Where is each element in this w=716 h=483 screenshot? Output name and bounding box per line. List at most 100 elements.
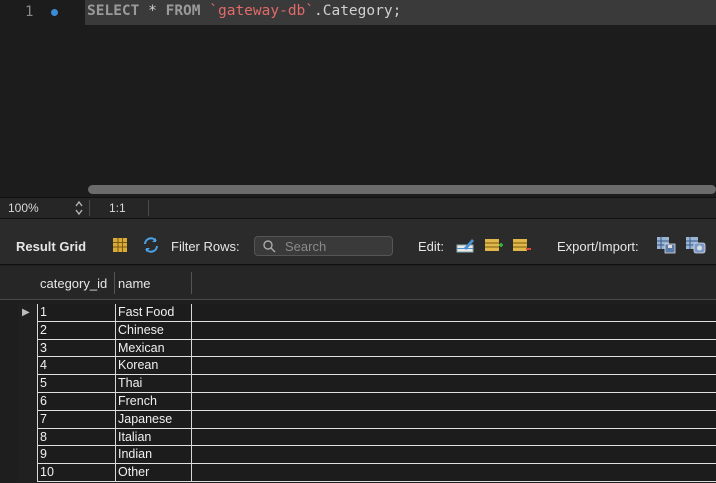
cell-name[interactable]: Japanese (118, 412, 172, 426)
cursor-position: 1:1 (109, 201, 126, 215)
status-divider (89, 200, 90, 216)
cell-category-id[interactable]: 3 (40, 341, 47, 355)
cell-border (191, 357, 192, 376)
row-header[interactable] (18, 375, 37, 393)
zoom-stepper-icon[interactable] (72, 199, 86, 217)
status-divider (148, 200, 149, 216)
table-row[interactable]: 8 Italian (0, 428, 716, 447)
sql-editor[interactable]: 1 SELECT * FROM `gateway-db`.Category; (0, 0, 716, 197)
cell-border (37, 304, 38, 322)
current-row-arrow-icon: ▶ (22, 307, 30, 318)
cell-border (37, 321, 38, 340)
refresh-icon[interactable] (142, 236, 160, 254)
cell-border (37, 357, 38, 376)
filter-rows-label: Filter Rows: (171, 239, 240, 254)
add-row-icon[interactable] (484, 236, 503, 254)
cell-name[interactable]: Korean (118, 358, 158, 372)
cell-name[interactable]: Thai (118, 376, 142, 390)
row-header[interactable] (18, 321, 37, 340)
cell-category-id[interactable]: 7 (40, 412, 47, 426)
export-icon[interactable] (656, 236, 676, 254)
cell-category-id[interactable]: 5 (40, 376, 47, 390)
result-grid-label[interactable]: Result Grid (16, 239, 86, 254)
table-name: .Category; (314, 3, 402, 19)
row-header[interactable] (18, 428, 37, 447)
column-resize-handle[interactable] (114, 272, 115, 294)
table-row[interactable]: 3 Mexican (0, 339, 716, 358)
cell-name[interactable]: Fast Food (118, 305, 174, 319)
cell-border (37, 339, 38, 358)
cell-border (37, 446, 38, 465)
edit-cell-icon[interactable] (456, 236, 474, 254)
table-row[interactable]: 2 Chinese (0, 321, 716, 340)
row-header[interactable] (18, 357, 37, 376)
cell-border (115, 410, 116, 429)
cell-border (191, 321, 192, 340)
keyword-select: SELECT (87, 3, 140, 19)
table-row[interactable]: 6 French (0, 393, 716, 411)
cell-border (191, 446, 192, 465)
cell-name[interactable]: Mexican (118, 341, 165, 355)
table-row[interactable]: 1 Fast Food ▶ (0, 304, 716, 322)
grid-header: category_id name (0, 266, 716, 300)
export-import-label: Export/Import: (557, 239, 639, 254)
table-row[interactable]: 7 Japanese (0, 410, 716, 429)
row-header[interactable] (18, 393, 37, 411)
column-header-category-id[interactable]: category_id (40, 276, 107, 291)
cell-border (191, 375, 192, 393)
cell-border (37, 375, 38, 393)
cell-name[interactable]: French (118, 394, 157, 408)
cell-category-id[interactable]: 1 (40, 305, 47, 319)
cell-name[interactable]: Indian (118, 447, 152, 461)
delete-row-icon[interactable] (512, 236, 531, 254)
cell-border (37, 410, 38, 429)
column-header-name[interactable]: name (118, 276, 151, 291)
keyword-from: FROM (165, 3, 201, 19)
cell-category-id[interactable]: 10 (40, 465, 54, 479)
edit-label: Edit: (418, 239, 445, 254)
row-header[interactable] (18, 339, 37, 358)
cell-name[interactable]: Italian (118, 430, 151, 444)
import-icon[interactable] (685, 236, 706, 254)
cell-border (191, 428, 192, 447)
cell-border (115, 375, 116, 393)
table-row[interactable]: 9 Indian (0, 446, 716, 465)
horizontal-scrollbar-thumb[interactable] (88, 185, 716, 194)
row-header[interactable] (18, 410, 37, 429)
cell-category-id[interactable]: 6 (40, 394, 47, 408)
cell-border (115, 321, 116, 340)
sql-code-line[interactable]: SELECT * FROM `gateway-db`.Category; (87, 3, 401, 19)
table-row[interactable]: 10 Other (0, 464, 716, 482)
result-toolbar: Result Grid Filter Rows: Edit: Export/Im… (0, 219, 716, 265)
cell-border (191, 339, 192, 358)
schema-name: `gateway-db` (209, 3, 315, 19)
search-icon (263, 240, 276, 253)
cell-category-id[interactable]: 4 (40, 358, 47, 372)
table-row[interactable]: 4 Korean (0, 357, 716, 376)
cell-category-id[interactable]: 2 (40, 323, 47, 337)
cell-name[interactable]: Chinese (118, 323, 164, 337)
cell-border (115, 464, 116, 482)
cell-category-id[interactable]: 8 (40, 430, 47, 444)
cell-border (115, 393, 116, 411)
zoom-level[interactable]: 100% (8, 201, 39, 215)
cell-border (191, 304, 192, 322)
column-resize-handle[interactable] (191, 272, 192, 294)
filter-search-input[interactable] (285, 239, 389, 254)
row-header[interactable] (18, 446, 37, 465)
cell-name[interactable]: Other (118, 465, 149, 479)
cell-border (115, 304, 116, 322)
cell-border (115, 446, 116, 465)
grid-view-icon[interactable] (111, 236, 129, 254)
table-row[interactable]: 5 Thai (0, 375, 716, 393)
line-number: 1 (25, 4, 34, 20)
cell-border (115, 357, 116, 376)
filter-search-box[interactable] (254, 236, 393, 256)
result-grid[interactable]: category_id name 1 Fast Food ▶ 2 Chinese 3 Mex… (0, 266, 716, 483)
editor-status-bar: 100% 1:1 (0, 197, 716, 219)
cell-border (191, 393, 192, 411)
cell-border (115, 428, 116, 447)
row-header[interactable] (18, 464, 37, 482)
cell-category-id[interactable]: 9 (40, 447, 47, 461)
